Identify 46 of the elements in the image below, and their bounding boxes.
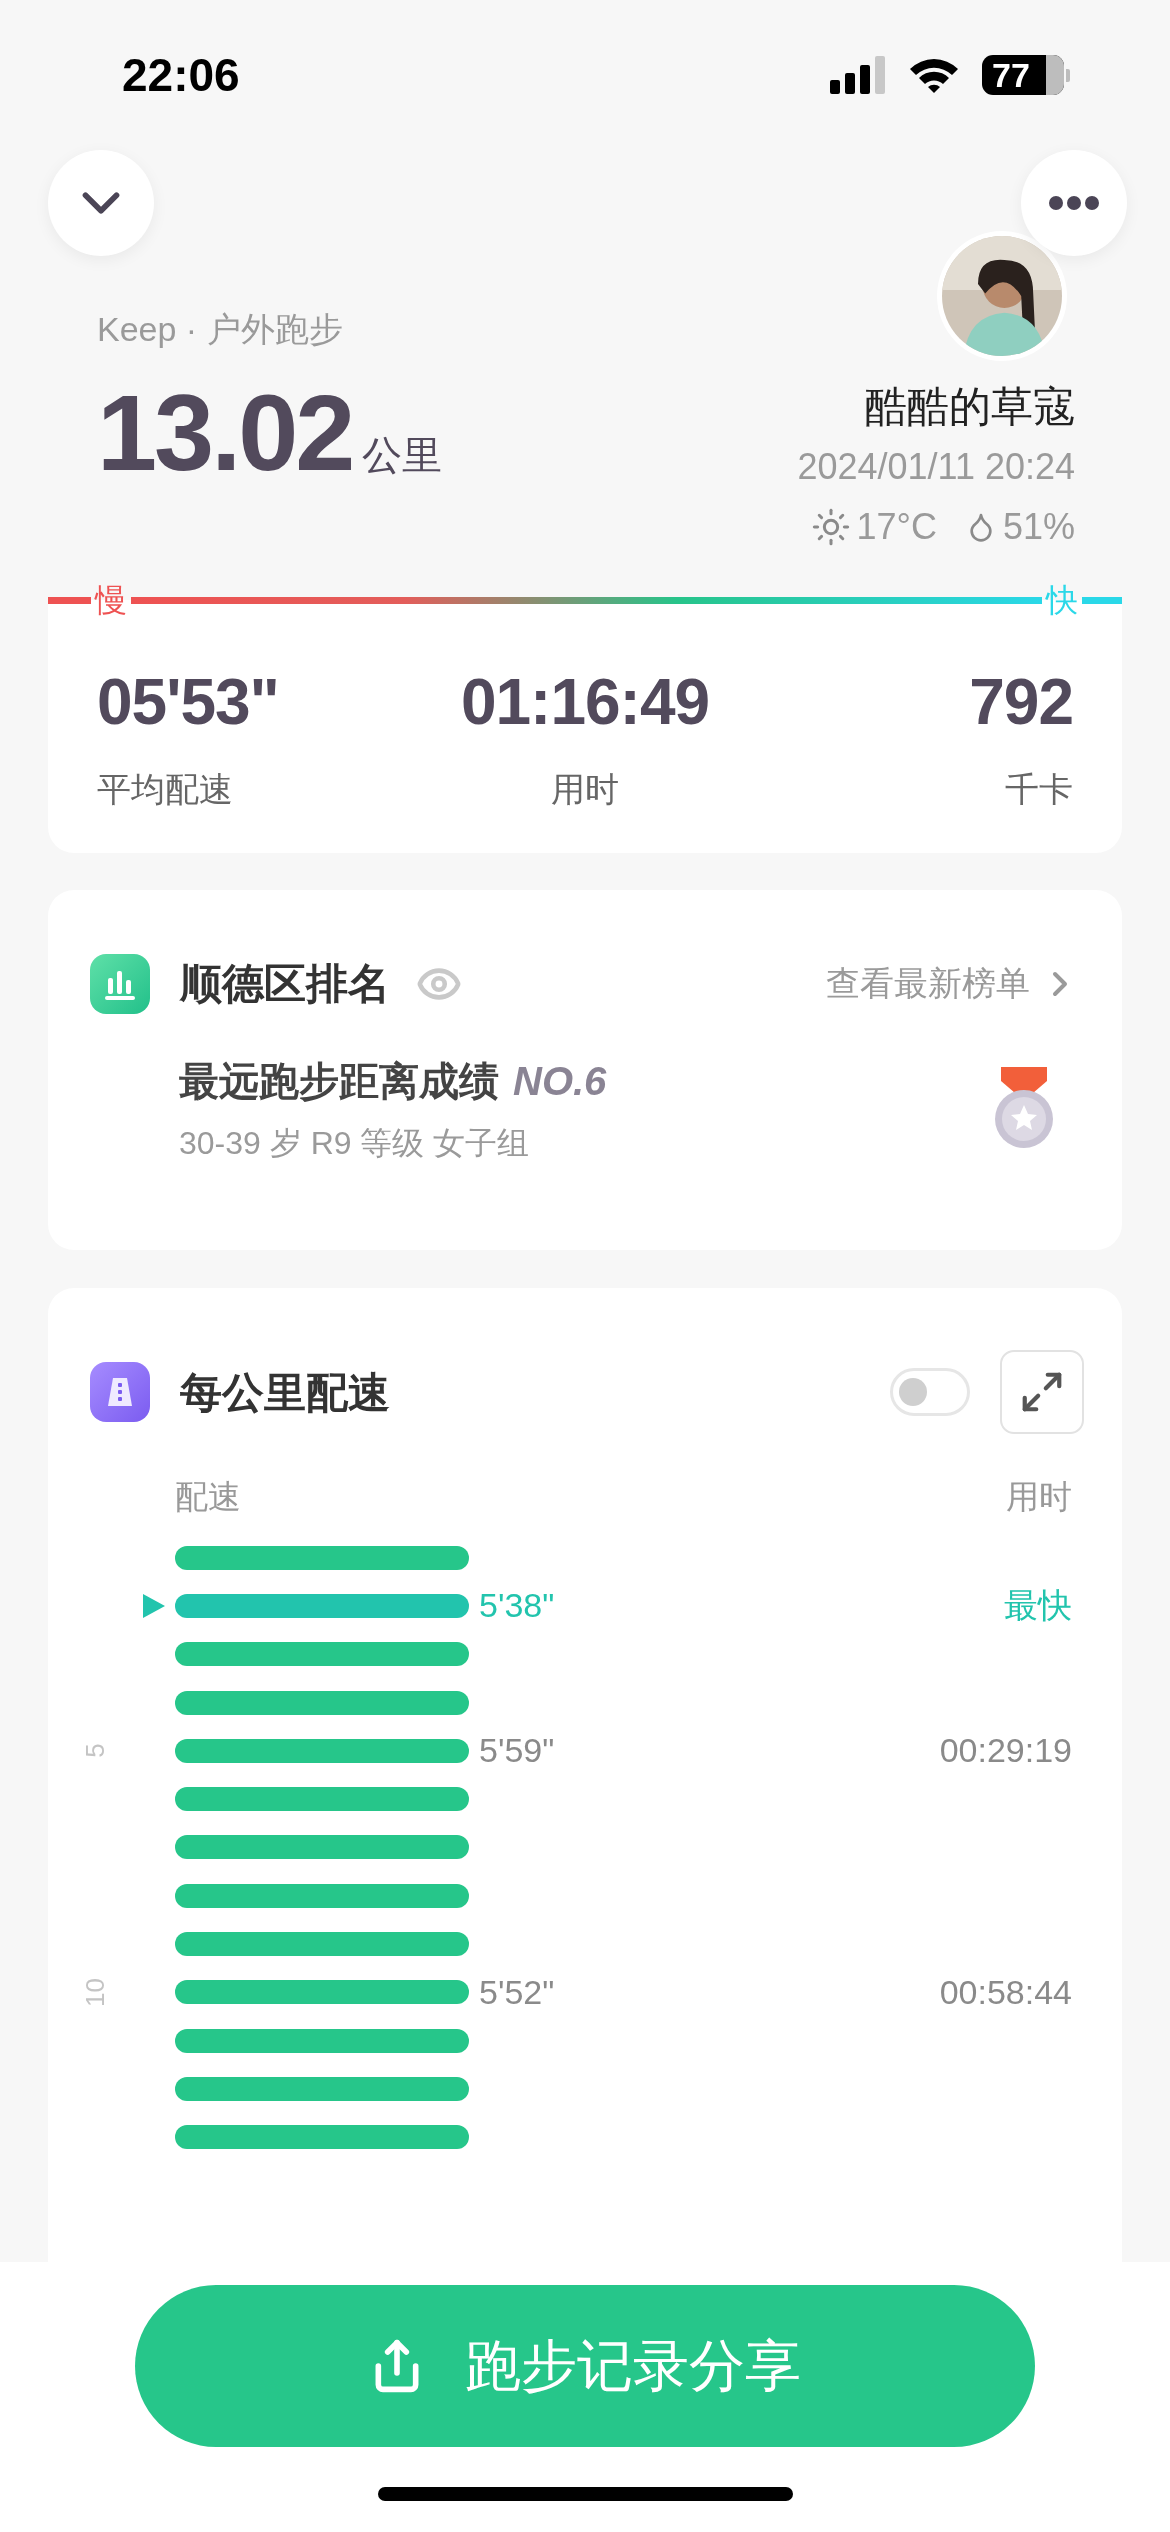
- status-time: 22:06: [122, 47, 240, 103]
- leaderboard-link[interactable]: 查看最新榜单: [826, 958, 1080, 1009]
- ranking-title: 顺德区排名: [180, 959, 390, 1009]
- toggle-switch[interactable]: [890, 1368, 970, 1416]
- share-button[interactable]: 跑步记录分享: [135, 2285, 1035, 2447]
- slow-label: 慢: [93, 581, 128, 620]
- split-time: 00:58:44: [939, 1971, 1072, 2013]
- split-time: 最快: [1004, 1585, 1072, 1627]
- sun-icon: [810, 507, 851, 547]
- split-time: 00:29:19: [939, 1730, 1072, 1772]
- more-icon: [1049, 196, 1099, 210]
- signal-icon: [830, 56, 886, 94]
- fast-bar-segment: [1082, 596, 1122, 604]
- distance-value: 13.02: [97, 379, 353, 487]
- distance-unit: 公里: [362, 432, 443, 479]
- ranking-icon: [90, 953, 150, 1014]
- achievement-text: 最远跑步距离成绩: [179, 1058, 499, 1105]
- activity-datetime: 2024/01/11 20:24: [797, 445, 1075, 489]
- stat-value: 05'53": [97, 670, 279, 734]
- humidity: 51%: [1002, 505, 1075, 549]
- time-column-header: 用时: [1006, 1477, 1072, 1517]
- stat-value: 792: [969, 670, 1073, 734]
- road-icon: [90, 1362, 150, 1422]
- axis-label: 5: [79, 1743, 111, 1759]
- user-name: 酷酷的草寇: [865, 382, 1075, 432]
- medal-icon: [993, 1067, 1055, 1151]
- stat-value: 01:16:49: [460, 670, 710, 734]
- stat-label: 平均配速: [97, 769, 233, 810]
- pace-value: 5'38": [479, 1585, 555, 1627]
- pace-column-header: 配速: [175, 1477, 241, 1517]
- marker-icon: [143, 1593, 165, 1618]
- axis-label: 10: [79, 1977, 111, 2007]
- rank-text: NO.6: [513, 1058, 607, 1105]
- wifi-icon: [908, 56, 960, 94]
- temperature: 17°C: [856, 505, 937, 549]
- pace-value: 5'59": [479, 1730, 555, 1772]
- expand-button[interactable]: [1000, 1350, 1084, 1434]
- fast-label: 快: [1044, 581, 1079, 620]
- stat-label: 用时: [551, 769, 619, 810]
- group-text: 30-39 岁 R9 等级 女子组: [179, 1124, 531, 1163]
- ranking-card[interactable]: 顺德区排名 查看最新榜单 最远跑步距离成绩 NO.6 30-39 岁 R9 等级 女子组: [48, 890, 1122, 1250]
- stat-label: 千卡: [1005, 769, 1073, 810]
- pace-value: 5'52": [479, 1971, 555, 2013]
- activity-source: Keep · 户外跑步: [97, 309, 344, 350]
- pace-title: 每公里配速: [180, 1367, 390, 1418]
- slow-bar-segment: [48, 596, 91, 604]
